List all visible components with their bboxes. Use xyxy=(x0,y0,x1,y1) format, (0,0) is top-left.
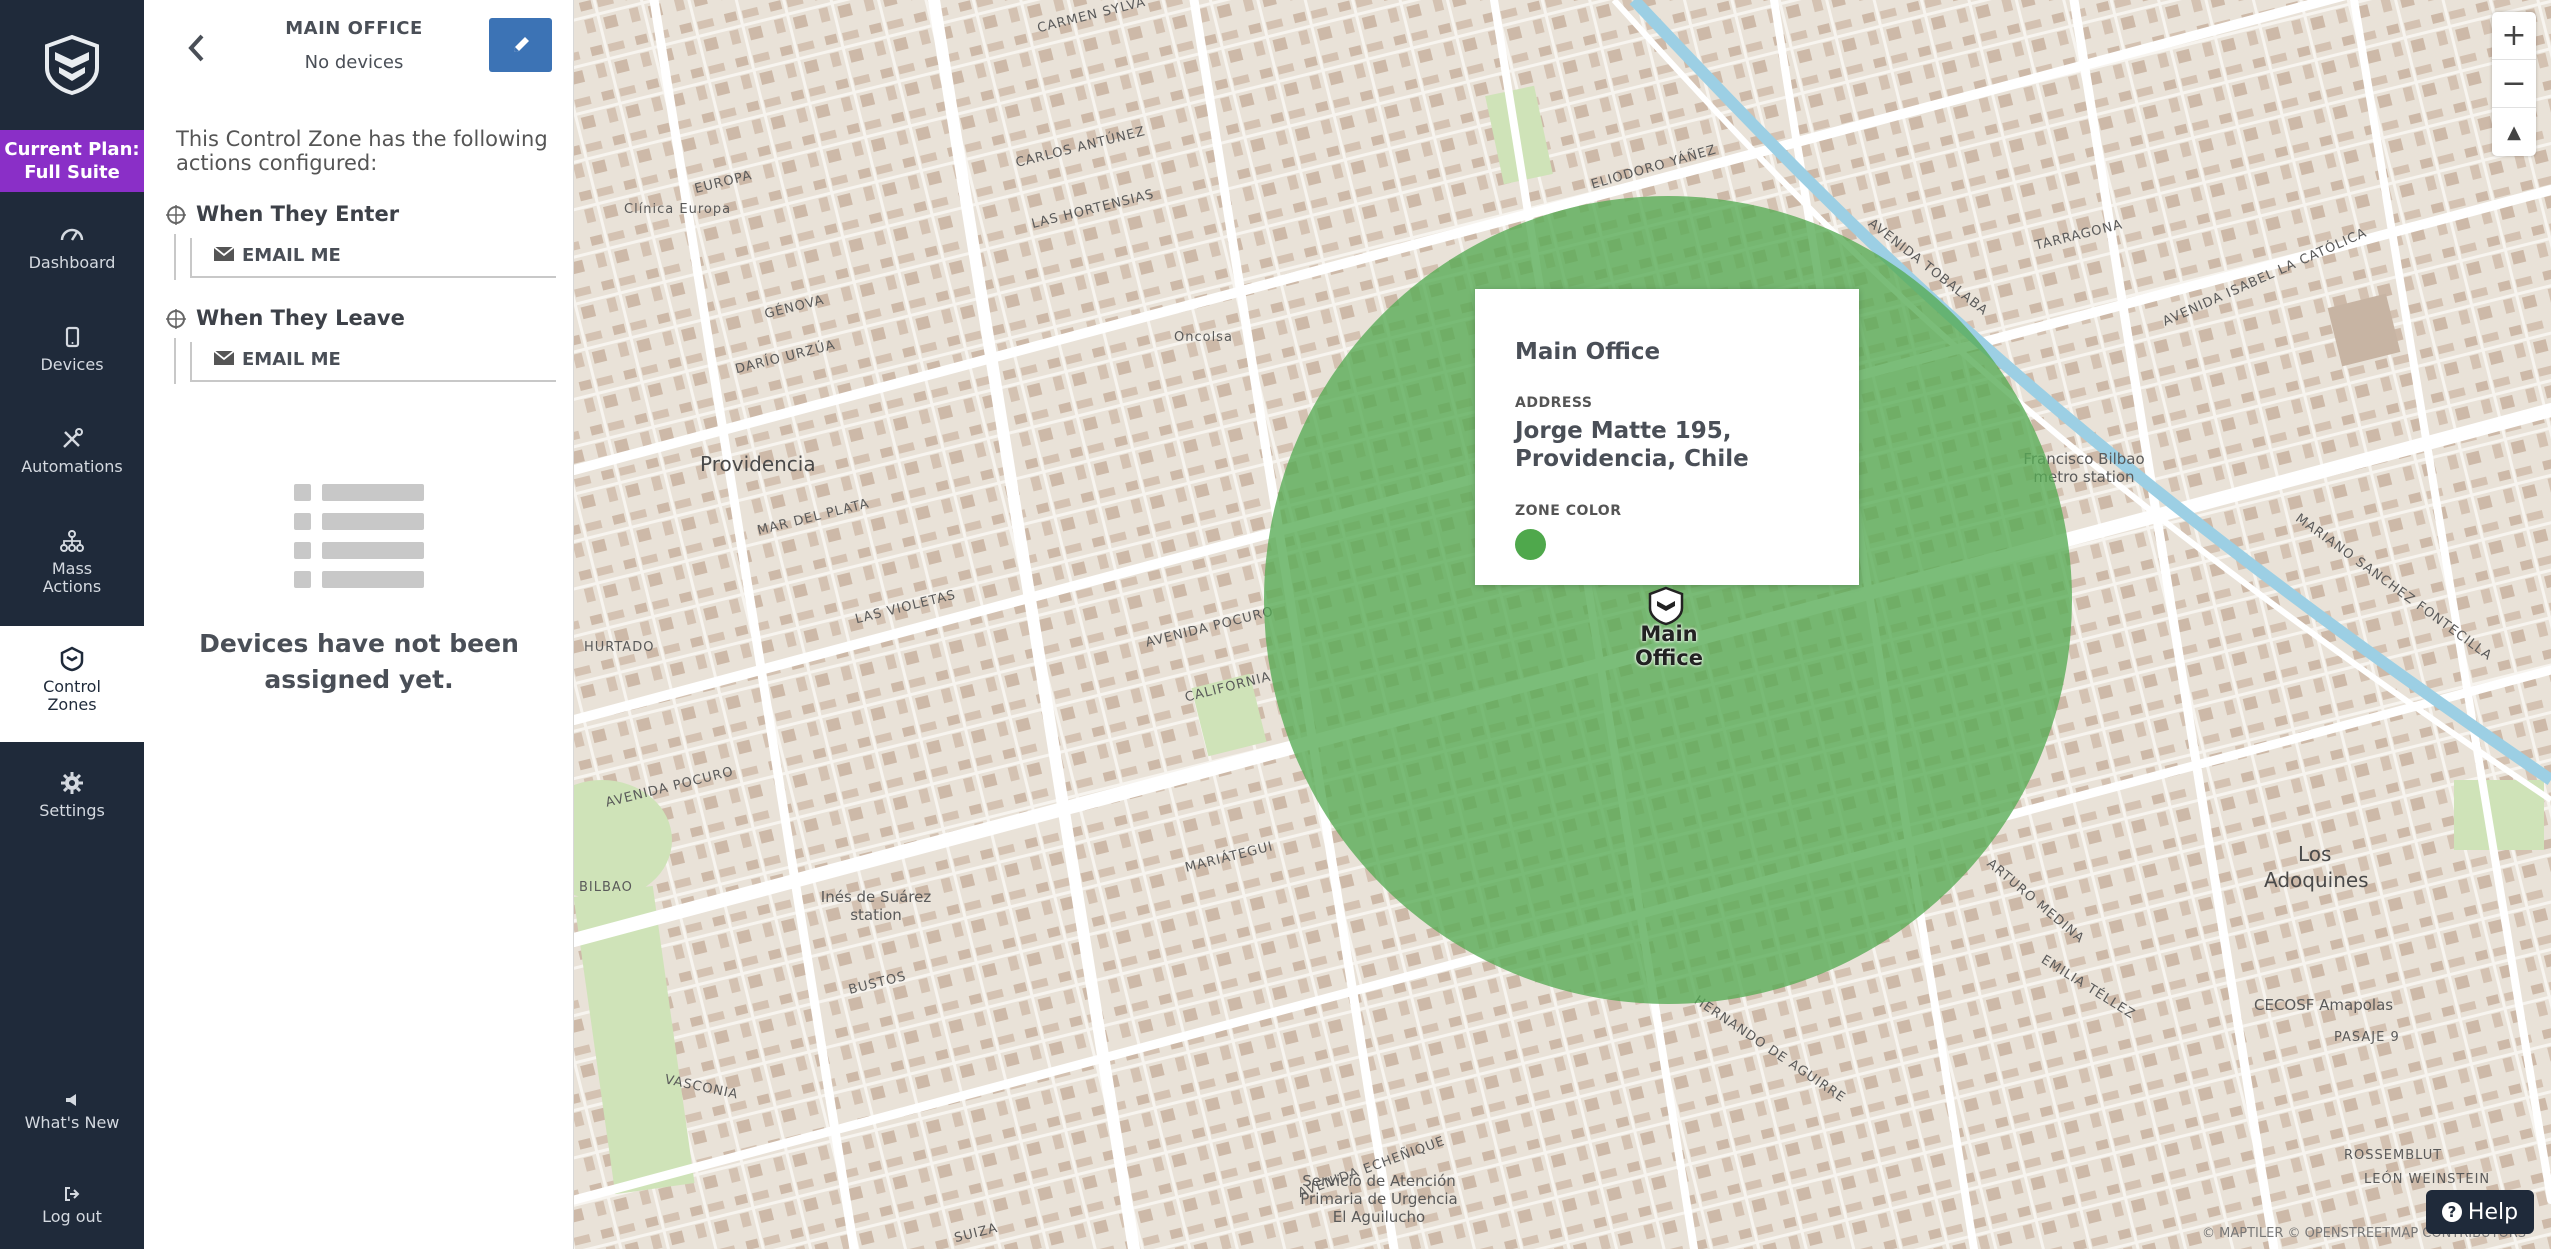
popup-address: Jorge Matte 195, Providencia, Chile xyxy=(1515,417,1819,473)
back-button[interactable] xyxy=(182,30,212,66)
nav-whats-new-label: What's New xyxy=(24,1113,120,1132)
gear-icon xyxy=(61,772,83,794)
empty-list-icon xyxy=(294,484,424,588)
map-zoom-control: + − ▲ xyxy=(2492,12,2536,156)
nav-dashboard-label: Dashboard xyxy=(28,253,116,272)
nav-settings-label: Settings xyxy=(39,801,105,820)
compass-reset-button[interactable]: ▲ xyxy=(2492,108,2536,156)
hierarchy-icon xyxy=(60,530,84,552)
poi-label: Oncolsa xyxy=(1174,330,1233,345)
map-canvas[interactable]: CARMEN SYLVA ELIODORO YÁÑEZ AVENIDA TOBA… xyxy=(574,0,2551,1249)
zoom-out-button[interactable]: − xyxy=(2492,60,2536,108)
empty-state-line-2: assigned yet. xyxy=(264,665,454,694)
nav-rail: Current Plan: Full Suite Dashboard Devic… xyxy=(0,0,144,1249)
zone-info-popup: Main Office ADDRESS Jorge Matte 195, Pro… xyxy=(1475,289,1859,585)
nav-log-out-label: Log out xyxy=(42,1207,102,1226)
pencil-icon xyxy=(513,37,529,52)
poi-label: Clínica Europa xyxy=(624,202,732,217)
nav-mass-actions-label-1: Mass xyxy=(51,559,93,578)
nav-log-out[interactable]: Log out xyxy=(0,1186,144,1232)
nav-devices[interactable]: Devices xyxy=(0,324,144,386)
zone-marker-icon[interactable] xyxy=(1646,586,1686,626)
place-label-adoquines: Adoquines xyxy=(2264,868,2369,892)
shield-logo-icon xyxy=(45,34,99,96)
envelope-icon xyxy=(214,247,234,261)
trigger-leave-action[interactable]: EMAIL ME xyxy=(190,342,556,382)
trigger-enter-action-label: EMAIL ME xyxy=(242,245,341,266)
trigger-enter-label: When They Enter xyxy=(196,202,400,226)
actions-description: This Control Zone has the following acti… xyxy=(176,127,548,175)
help-button-label: Help xyxy=(2467,1199,2519,1225)
plan-label: Current Plan: xyxy=(4,139,140,160)
nav-automations[interactable]: Automations xyxy=(0,426,144,488)
gauge-icon xyxy=(60,228,84,241)
empty-state-line-1: Devices have not been xyxy=(199,629,519,658)
poi-label: Inés de Suárez station xyxy=(820,888,932,924)
app-logo[interactable] xyxy=(0,0,144,130)
nav-control-zones-label-2: Zones xyxy=(47,695,97,714)
nav-mass-actions[interactable]: Mass Actions xyxy=(0,528,144,600)
street-label: ROSSEMBLUT xyxy=(2344,1148,2443,1163)
envelope-icon xyxy=(214,351,234,365)
crosshair-icon xyxy=(166,205,186,225)
poi-label: Servicio de Atención Primaria de Urgenci… xyxy=(1300,1172,1458,1226)
street-label: HURTADO xyxy=(584,640,655,655)
zone-title: MAIN OFFICE xyxy=(285,18,423,39)
trigger-connector xyxy=(174,338,176,384)
nav-control-zones[interactable]: Control Zones xyxy=(0,626,144,742)
edit-zone-button[interactable] xyxy=(489,18,552,72)
zone-shield-icon xyxy=(60,646,84,672)
zone-marker-label: Main Office xyxy=(1635,622,1703,670)
zone-device-count: No devices xyxy=(304,52,404,73)
street-label: BILBAO xyxy=(579,880,633,895)
empty-state-message: Devices have not been assigned yet. xyxy=(199,626,519,698)
popup-address-line-2: Providencia, Chile xyxy=(1515,446,1749,472)
tools-icon xyxy=(63,428,83,448)
trigger-enter-action[interactable]: EMAIL ME xyxy=(190,238,556,278)
mobile-device-icon xyxy=(65,326,80,348)
trigger-leave-action-label: EMAIL ME xyxy=(242,349,341,370)
popup-zone-color-label: ZONE COLOR xyxy=(1515,503,1622,519)
popup-address-line-1: Jorge Matte 195, xyxy=(1515,418,1732,444)
logout-icon xyxy=(65,1187,80,1201)
trigger-connector xyxy=(174,234,176,280)
trigger-leave: When They Leave xyxy=(166,306,405,330)
zone-color-swatch xyxy=(1515,529,1546,560)
zone-detail-panel: MAIN OFFICE No devices This Control Zone… xyxy=(144,0,574,1249)
trigger-enter: When They Enter xyxy=(166,202,399,226)
poi-label: CECOSF Amapolas xyxy=(2254,996,2394,1014)
help-button[interactable]: ? Help xyxy=(2426,1190,2534,1234)
place-label-providencia: Providencia xyxy=(700,452,816,476)
street-label: PASAJE 9 xyxy=(2334,1030,2400,1045)
place-label-los: Los xyxy=(2298,842,2332,866)
current-plan-badge[interactable]: Current Plan: Full Suite xyxy=(0,130,144,192)
popup-zone-name: Main Office xyxy=(1515,339,1661,365)
nav-control-zones-label-1: Control xyxy=(43,677,101,696)
nav-whats-new[interactable]: What's New xyxy=(0,1092,144,1138)
chevron-left-icon xyxy=(188,34,204,62)
nav-mass-actions-label-2: Actions xyxy=(42,577,102,596)
zoom-in-button[interactable]: + xyxy=(2492,12,2536,60)
compass-icon: ▲ xyxy=(2507,121,2521,143)
megaphone-icon xyxy=(66,1094,76,1106)
nav-settings[interactable]: Settings xyxy=(0,770,144,832)
street-label: LEÓN WEINSTEIN xyxy=(2364,1172,2491,1187)
plan-name: Full Suite xyxy=(24,162,120,183)
nav-devices-label: Devices xyxy=(40,355,104,374)
popup-address-label: ADDRESS xyxy=(1515,395,1593,411)
question-mark-icon: ? xyxy=(2441,1202,2462,1222)
trigger-leave-label: When They Leave xyxy=(196,306,405,330)
nav-dashboard[interactable]: Dashboard xyxy=(0,222,144,284)
crosshair-icon xyxy=(166,309,186,329)
nav-automations-label: Automations xyxy=(21,457,123,476)
